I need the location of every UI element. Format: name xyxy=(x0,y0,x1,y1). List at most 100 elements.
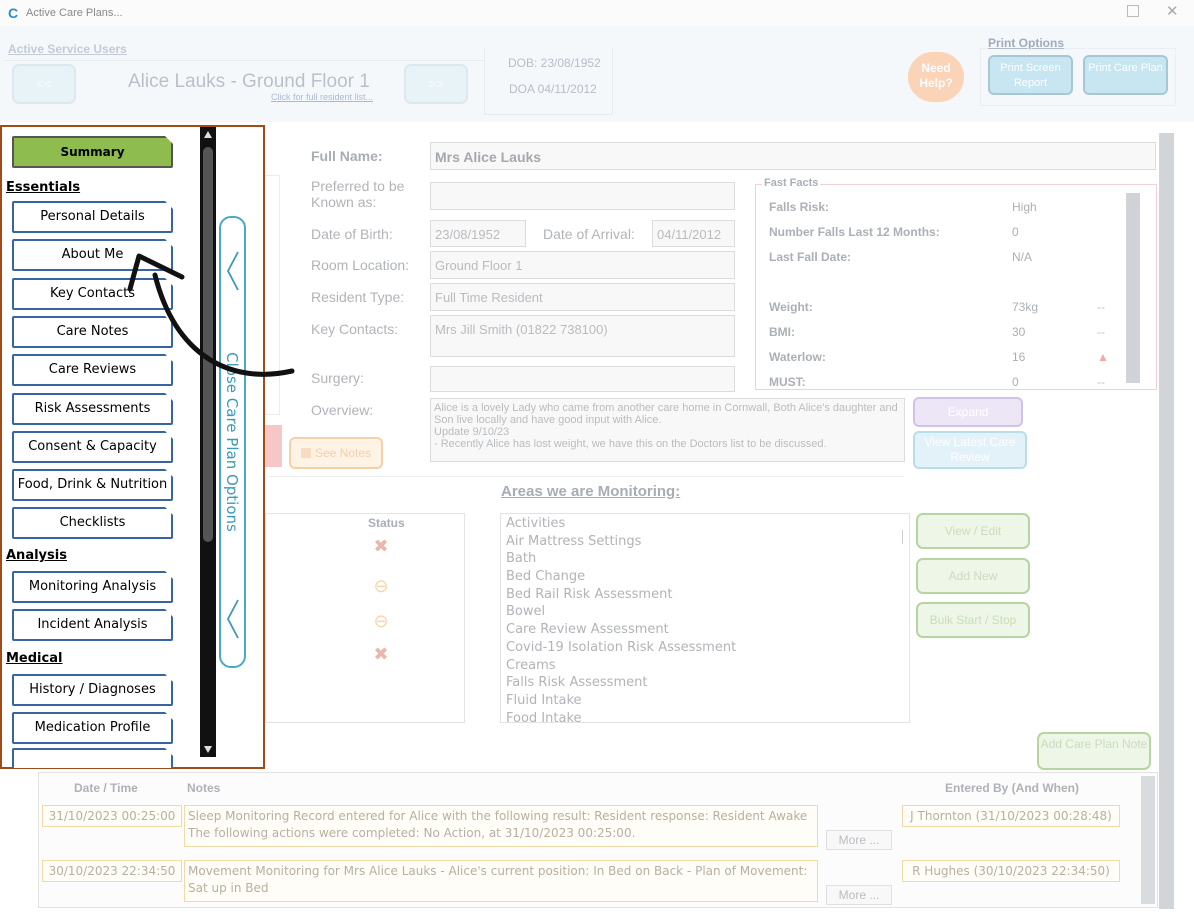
fast-fact-value: 0 xyxy=(1012,375,1019,389)
sidebar-item-partial[interactable] xyxy=(12,748,173,768)
note-date: 30/10/2023 22:34:50 xyxy=(42,860,182,882)
main-scrollbar[interactable] xyxy=(1159,133,1174,909)
sidebar-item-monitoring-analysis[interactable]: Monitoring Analysis xyxy=(12,571,173,603)
essentials-heading: Essentials xyxy=(6,180,81,195)
monitoring-item[interactable]: Fluid Intake xyxy=(506,693,904,711)
arrival-field[interactable]: 04/11/2012 xyxy=(652,220,735,247)
note-date: 31/10/2023 00:25:00 xyxy=(42,805,182,827)
key-contacts-label: Key Contacts: xyxy=(311,321,399,337)
monitoring-item[interactable]: Food Intake xyxy=(506,711,904,722)
dob-label: Date of Birth: xyxy=(311,226,393,242)
sidebar-item-personal-details[interactable]: Personal Details xyxy=(12,201,173,233)
full-name-label: Full Name: xyxy=(311,148,383,164)
list-caret xyxy=(902,530,903,544)
room-label: Room Location: xyxy=(311,257,410,273)
overview-field[interactable]: Alice is a lovely Lady who came from ano… xyxy=(430,398,905,462)
annotation-arrow-icon xyxy=(127,253,295,377)
minus-status-icon: ⊖ xyxy=(373,611,389,631)
note-entered-by: J Thornton (31/10/2023 00:28:48) xyxy=(902,805,1120,827)
view-latest-care-review-button[interactable]: View Latest Care Review xyxy=(913,431,1027,469)
view-edit-button[interactable]: View / Edit xyxy=(916,513,1030,549)
fast-fact-label: Last Fall Date: xyxy=(769,250,852,264)
arrival-label: Date of Arrival: xyxy=(543,226,635,242)
monitoring-item[interactable]: Bath xyxy=(506,551,904,569)
monitoring-item[interactable]: Bed Rail Risk Assessment xyxy=(506,587,904,605)
trend-flat-icon: -- xyxy=(1097,325,1105,339)
note-text: Movement Monitoring for Mrs Alice Lauks … xyxy=(184,860,818,902)
preferred-name-field[interactable] xyxy=(430,182,735,210)
sidebar-item-risk-assessments[interactable]: Risk Assessments xyxy=(12,392,173,425)
fast-fact-label: Weight: xyxy=(769,300,813,314)
sidebar-item-history-diagnoses[interactable]: History / Diagnoses xyxy=(12,674,173,706)
trend-flat-icon: -- xyxy=(1097,375,1105,389)
scroll-up-arrow-icon[interactable] xyxy=(204,131,212,138)
fast-fact-label: Number Falls Last 12 Months: xyxy=(769,225,940,239)
status-list-box xyxy=(265,513,465,723)
add-care-plan-note-button[interactable]: Add Care Plan Note xyxy=(1037,732,1151,770)
alert-marker xyxy=(262,425,282,467)
monitoring-item[interactable]: Care Review Assessment xyxy=(506,622,904,640)
minus-status-icon: ⊖ xyxy=(373,576,389,596)
resident-type-label: Resident Type: xyxy=(311,289,405,305)
medical-heading: Medical xyxy=(6,651,63,666)
notes-text-header: Notes xyxy=(187,781,221,795)
note-text: Sleep Monitoring Record entered for Alic… xyxy=(184,805,818,847)
fast-fact-value: 0 xyxy=(1012,225,1019,239)
trend-flat-icon: -- xyxy=(1097,300,1105,314)
trend-up-icon: ▲ xyxy=(1097,350,1109,364)
notes-date-header: Date / Time xyxy=(74,781,138,795)
full-name-field[interactable]: Mrs Alice Lauks xyxy=(430,142,1156,170)
notes-icon xyxy=(300,448,311,458)
sidebar-item-medication-profile[interactable]: Medication Profile xyxy=(12,712,173,745)
add-new-button[interactable]: Add New xyxy=(916,558,1030,594)
monitoring-item[interactable]: Bowel xyxy=(506,604,904,622)
sidebar-scrollbar[interactable] xyxy=(200,127,216,757)
room-field[interactable]: Ground Floor 1 xyxy=(430,251,735,279)
fast-fact-label: MUST: xyxy=(769,375,806,389)
see-notes-label: See Notes xyxy=(314,446,372,460)
fast-fact-label: Falls Risk: xyxy=(769,200,830,214)
note-entered-by: R Hughes (30/10/2023 22:34:50) xyxy=(902,860,1120,882)
surgery-field[interactable] xyxy=(430,366,735,392)
fast-fact-value: High xyxy=(1012,200,1037,214)
monitoring-item[interactable]: Air Mattress Settings xyxy=(506,534,904,552)
status-header: Status xyxy=(368,516,405,530)
fast-fact-label: BMI: xyxy=(769,325,795,339)
monitoring-list[interactable]: Activities Air Mattress Settings Bath Bed C… xyxy=(500,513,910,723)
fast-facts-scrollbar[interactable] xyxy=(1126,193,1140,383)
fast-facts-title: Fast Facts xyxy=(762,177,821,189)
surgery-label: Surgery: xyxy=(311,370,364,386)
monitoring-item[interactable]: Bed Change xyxy=(506,569,904,587)
cross-status-icon: ✖ xyxy=(373,536,389,556)
sidebar-item-incident-analysis[interactable]: Incident Analysis xyxy=(12,609,173,642)
key-contacts-field[interactable]: Mrs Jill Smith (01822 738100) xyxy=(430,315,735,357)
notes-scrollbar[interactable] xyxy=(1141,776,1155,904)
fast-fact-value: 73kg xyxy=(1012,300,1039,314)
monitoring-items: Activities Air Mattress Settings Bath Bed C… xyxy=(506,516,904,722)
divider xyxy=(268,476,904,477)
more-button[interactable]: More ... xyxy=(826,885,892,905)
fast-fact-value: 16 xyxy=(1012,350,1026,364)
cross-status-icon: ✖ xyxy=(373,644,389,664)
scroll-down-arrow-icon[interactable] xyxy=(204,746,212,753)
dob-field[interactable]: 23/08/1952 xyxy=(430,220,526,247)
sidebar-item-food-drink-nutrition[interactable]: Food, Drink & Nutrition xyxy=(12,469,173,502)
monitoring-item[interactable]: Covid-19 Isolation Risk Assessment xyxy=(506,640,904,658)
summary-button[interactable]: Summary xyxy=(12,136,173,168)
more-button[interactable]: More ... xyxy=(826,830,892,850)
monitoring-item[interactable]: Creams xyxy=(506,658,904,676)
fast-fact-label: Waterlow: xyxy=(769,350,826,364)
notes-entered-header: Entered By (And When) xyxy=(945,781,1079,795)
see-notes-button[interactable]: See Notes xyxy=(289,437,383,469)
expand-button[interactable]: Expand xyxy=(913,397,1023,427)
sidebar-item-consent-capacity[interactable]: Consent & Capacity xyxy=(12,430,173,463)
bulk-start-stop-button[interactable]: Bulk Start / Stop xyxy=(916,602,1030,638)
sidebar-item-checklists[interactable]: Checklists xyxy=(12,507,173,540)
overview-label: Overview: xyxy=(311,402,374,418)
monitoring-item[interactable]: Activities xyxy=(506,516,904,534)
fast-fact-value: 30 xyxy=(1012,325,1026,339)
resident-type-field[interactable]: Full Time Resident xyxy=(430,283,735,311)
chevron-left-icon xyxy=(226,599,239,639)
monitoring-item[interactable]: Falls Risk Assessment xyxy=(506,675,904,693)
monitoring-title: Areas we are Monitoring: xyxy=(501,483,681,500)
